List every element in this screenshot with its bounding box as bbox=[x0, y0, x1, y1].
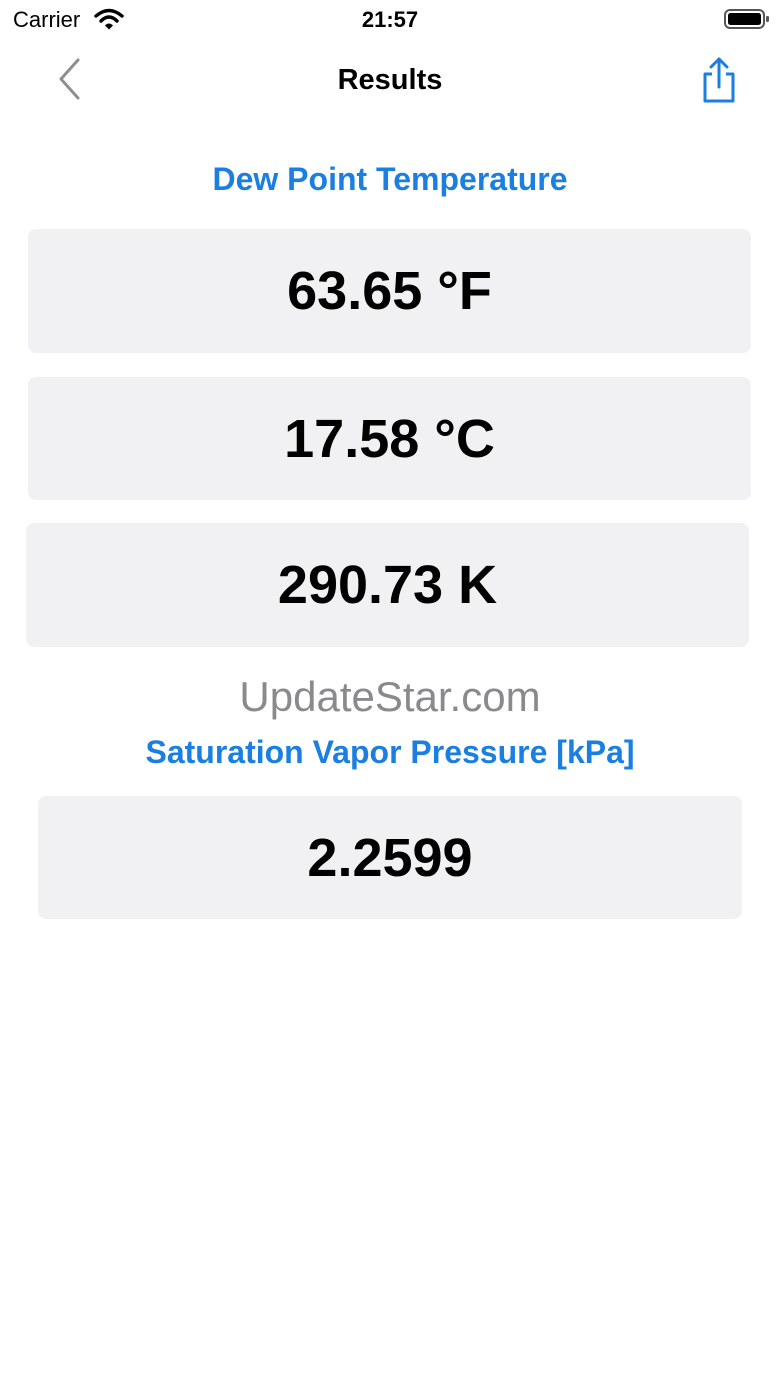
share-button[interactable] bbox=[692, 50, 746, 110]
saturation-pressure-value: 2.2599 bbox=[38, 796, 742, 919]
dew-point-kelvin: 290.73 K bbox=[26, 523, 749, 647]
status-time: 21:57 bbox=[361, 7, 419, 32]
share-icon bbox=[703, 57, 735, 103]
page-title: Results bbox=[337, 64, 443, 96]
status-bar: Carrier 21:57 bbox=[0, 0, 780, 40]
dew-point-title: Dew Point Temperature bbox=[212, 161, 568, 197]
navigation-bar: Results bbox=[0, 44, 780, 116]
dew-point-celsius: 17.58 °C bbox=[28, 377, 751, 500]
watermark: UpdateStar.com bbox=[239, 673, 541, 720]
dew-point-fahrenheit: 63.65 °F bbox=[28, 229, 751, 353]
saturation-pressure-title: Saturation Vapor Pressure [kPa] bbox=[145, 734, 635, 770]
battery-icon bbox=[724, 9, 769, 29]
